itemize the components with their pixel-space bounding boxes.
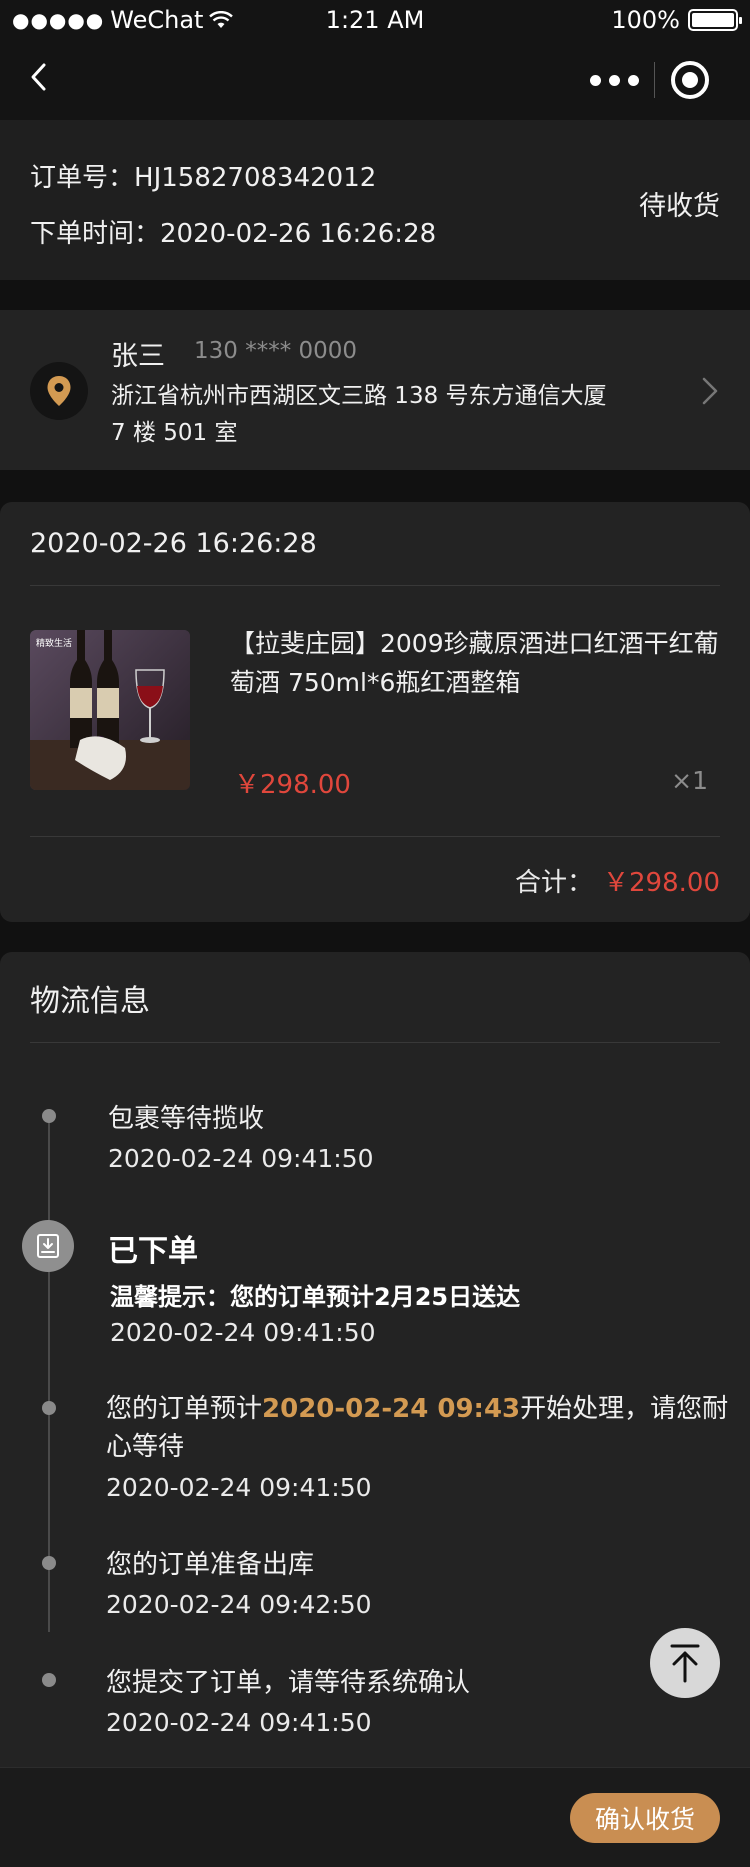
record-circle-icon (670, 61, 709, 99)
product-card: 2020-02-26 16:26:28 精致生活 【拉斐庄园】2009珍藏原酒进… (0, 502, 750, 922)
product-thumbnail[interactable]: 精致生活 (30, 630, 190, 790)
logistics-event-time: 2020-02-24 09:41:50 (110, 1318, 376, 1347)
logistics-event-time: 2020-02-24 09:41:50 (106, 1473, 372, 1502)
close-mini-program-button[interactable] (655, 61, 724, 99)
order-total: 合计： ￥298.00 (515, 862, 720, 899)
event-text-part: 您的订单预计 (106, 1394, 263, 1424)
mini-program-capsule (574, 58, 724, 102)
logistics-event-text: 已下单 (108, 1234, 198, 1269)
divider (30, 585, 720, 586)
logistics-event-text: 您的订单预计2020-02-24 09:43开始处理，请您耐 心等待 (106, 1390, 728, 1466)
location-pin-icon (30, 362, 88, 420)
event-highlight-time: 2020-02-24 09:43 (262, 1394, 521, 1424)
divider (30, 1042, 720, 1043)
chevron-right-icon (702, 377, 718, 405)
wine-product-image: 精致生活 (30, 630, 190, 790)
order-time-row: 下单时间：2020-02-26 16:26:28 (30, 213, 436, 250)
top-bar: ●●●●● WeChat 1:21 AM 100% (0, 0, 750, 120)
logistics-event-time: 2020-02-24 09:42:50 (106, 1590, 372, 1619)
timeline-dot (42, 1673, 56, 1687)
order-status: 待收货 (639, 191, 720, 222)
logistics-card: 物流信息 包裹等待揽收 2020-02-24 09:41:50 已下单 温馨提示… (0, 952, 750, 1767)
logistics-event-time: 2020-02-24 09:41:50 (108, 1144, 374, 1173)
logistics-title: 物流信息 (30, 984, 150, 1019)
order-placed-icon (22, 1220, 74, 1272)
product-price: ￥298.00 (234, 770, 351, 800)
product-title[interactable]: 【拉斐庄园】2009珍藏原酒进口红酒干红葡萄酒 750ml*6瓶红酒整箱 (230, 624, 720, 702)
timeline-dot (42, 1109, 56, 1123)
order-time: 2020-02-26 16:26:28 (160, 219, 437, 249)
thumb-caption: 精致生活 (36, 637, 72, 649)
recipient-phone: 130 **** 0000 (194, 338, 358, 364)
logistics-event-time: 2020-02-24 09:41:50 (106, 1708, 372, 1737)
total-label: 合计： (515, 868, 594, 898)
logistics-event-tip: 温馨提示：您的订单预计2月25日送达 (110, 1283, 521, 1311)
recipient-name: 张三 (111, 341, 165, 372)
product-order-date: 2020-02-26 16:26:28 (30, 528, 317, 559)
event-text-part: 开始处理，请您耐 (520, 1394, 729, 1424)
order-number-row: 订单号：HJ1582708342012 (30, 157, 376, 194)
order-number: HJ1582708342012 (134, 163, 377, 193)
timeline-dot (42, 1556, 56, 1570)
battery-icon (688, 9, 742, 31)
event-text-part: 心等待 (106, 1432, 185, 1462)
order-time-label: 下单时间： (30, 219, 161, 249)
total-amount: ￥298.00 (603, 868, 720, 898)
logistics-event-text: 包裹等待揽收 (108, 1104, 265, 1134)
back-to-top-button[interactable] (650, 1628, 720, 1698)
back-icon[interactable] (26, 62, 52, 92)
more-dots-icon[interactable] (574, 74, 654, 86)
arrow-up-icon (670, 1644, 700, 1683)
shipping-address-card[interactable]: 张三 130 **** 0000 浙江省杭州市西湖区文三路 138 号东方通信大… (0, 310, 750, 470)
bottom-action-bar: 确认收货 (0, 1767, 750, 1867)
order-number-label: 订单号： (30, 163, 135, 193)
timeline-dot (42, 1401, 56, 1415)
product-quantity: ×1 (671, 766, 708, 795)
divider (30, 836, 720, 837)
confirm-receipt-button[interactable]: 确认收货 (570, 1793, 720, 1843)
battery-percent: 100% (611, 6, 680, 34)
address-detail: 浙江省杭州市西湖区文三路 138 号东方通信大厦 7 楼 501 室 (111, 383, 607, 446)
logistics-event-text: 您提交了订单，请等待系统确认 (106, 1668, 471, 1698)
timeline-line (48, 1112, 50, 1632)
order-info-card: 订单号：HJ1582708342012 下单时间：2020-02-26 16:2… (0, 120, 750, 280)
logistics-event-text: 您的订单准备出库 (106, 1550, 315, 1580)
status-bar: ●●●●● WeChat 1:21 AM 100% (0, 0, 750, 40)
